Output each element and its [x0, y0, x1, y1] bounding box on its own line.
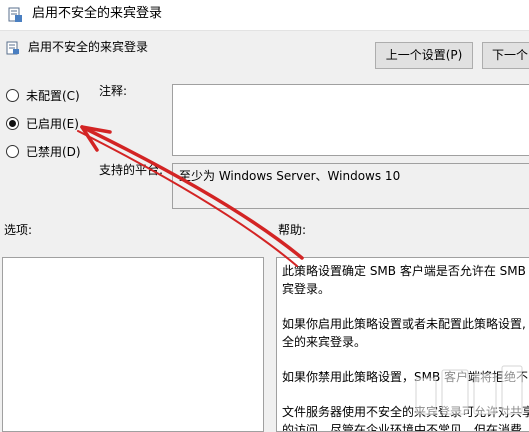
window-title: 启用不安全的来宾登录 — [32, 6, 163, 21]
radio-label: 已启用(E) — [26, 116, 79, 131]
help-paragraph: 如果你启用此策略设置或者未配置此策略设置, 全的来宾登录。 — [282, 315, 529, 351]
comment-label: 注释: — [99, 84, 128, 98]
help-text-panel[interactable]: 此策略设置确定 SMB 客户端是否允许在 SMB 宾登录。 如果你启用此策略设置… — [276, 257, 529, 432]
help-line: 此策略设置确定 SMB 客户端是否允许在 SMB — [282, 264, 526, 278]
policy-setting-icon — [8, 7, 22, 22]
radio-enabled[interactable]: 已启用(E) — [6, 114, 79, 132]
radio-disabled[interactable]: 已禁用(D) — [6, 142, 81, 160]
supported-on-label: 支持的平台: — [99, 163, 164, 177]
next-setting-button[interactable]: 下一个 — [482, 42, 529, 69]
help-label: 帮助: — [278, 223, 307, 237]
comment-textarea[interactable] — [172, 84, 529, 156]
policy-name-heading: 启用不安全的来宾登录 — [28, 40, 149, 54]
radio-indicator[interactable] — [6, 144, 19, 158]
help-line: 全的来宾登录。 — [282, 335, 367, 349]
radio-not-configured[interactable]: 未配置(C) — [6, 86, 80, 104]
help-line: 如果你启用此策略设置或者未配置此策略设置, — [282, 317, 526, 331]
help-paragraph: 此策略设置确定 SMB 客户端是否允许在 SMB 宾登录。 — [282, 262, 529, 298]
help-line: 文件服务器使用不安全的来宾登录可允许对共享 — [282, 405, 529, 419]
help-line: 的访问。尽管在企业环境中不常见，但在消费 — [282, 423, 523, 432]
title-bar: 启用不安全的来宾登录 — [0, 0, 529, 31]
radio-label: 已禁用(D) — [26, 144, 81, 159]
previous-setting-button[interactable]: 上一个设置(P) — [375, 42, 473, 69]
help-paragraph: 文件服务器使用不安全的来宾登录可允许对共享 的访问。尽管在企业环境中不常见，但在… — [282, 403, 529, 432]
options-label: 选项: — [4, 223, 33, 237]
help-line: 如果你禁用此策略设置，SMB 客户端将拒绝不 — [282, 370, 529, 384]
help-paragraph: 如果你禁用此策略设置，SMB 客户端将拒绝不 — [282, 368, 529, 386]
policy-setting-icon — [6, 41, 19, 55]
radio-label: 未配置(C) — [26, 88, 80, 103]
radio-indicator[interactable] — [6, 116, 19, 130]
options-panel[interactable] — [2, 257, 264, 432]
supported-on-field: 至少为 Windows Server、Windows 10 — [172, 163, 529, 209]
help-line: 宾登录。 — [282, 282, 331, 296]
radio-indicator[interactable] — [6, 88, 19, 102]
